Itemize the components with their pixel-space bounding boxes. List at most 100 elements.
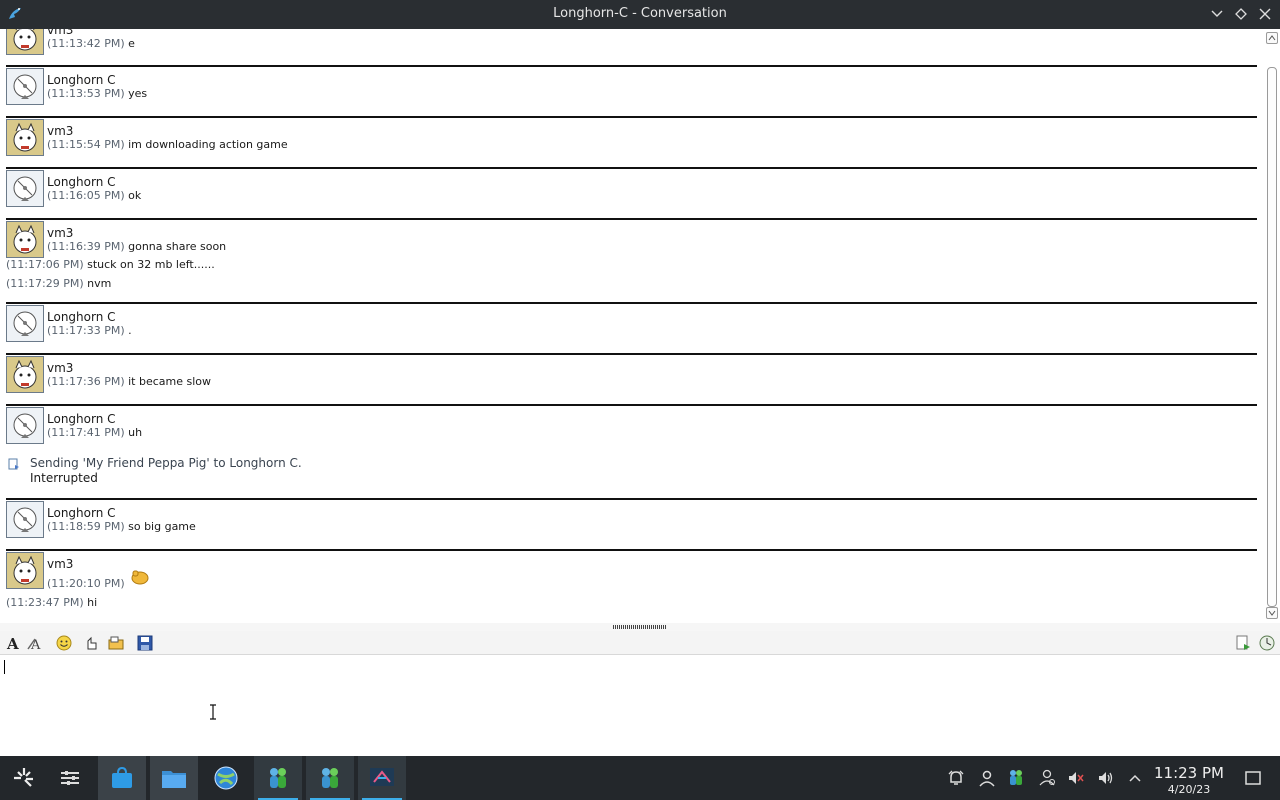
message-time: (11:15:54 PM) — [47, 138, 125, 151]
message-text: yes — [128, 87, 148, 100]
message-text: nvm — [87, 277, 112, 290]
messenger-icon[interactable] — [254, 756, 302, 800]
message-block: Longhorn C (11:17:33 PM) . — [6, 304, 1257, 344]
notifications-icon[interactable] — [946, 768, 966, 788]
message-line: (11:17:36 PM) it became slow — [47, 375, 211, 388]
web-browser-icon[interactable] — [202, 756, 250, 800]
sender-name: vm3 — [47, 557, 74, 571]
mute-icon[interactable] — [1066, 768, 1086, 788]
sender-name: Longhorn C — [47, 506, 116, 520]
message-line: (11:15:54 PM) im downloading action game — [47, 138, 288, 151]
message-block: vm3 (11:16:39 PM) gonna share soon — [6, 220, 1257, 260]
message-time: (11:20:10 PM) — [47, 577, 125, 590]
message-text: . — [128, 324, 132, 337]
message-time: (11:16:39 PM) — [47, 240, 125, 253]
message-input[interactable] — [0, 656, 1280, 756]
scroll-up-icon[interactable] — [1266, 32, 1278, 44]
message-time: (11:16:05 PM) — [47, 189, 125, 202]
clock-time: 11:23 PM — [1154, 764, 1224, 782]
formatting-toolbar: A A — [0, 631, 1280, 655]
conversation-scrollbar[interactable] — [1264, 29, 1280, 623]
message-time: (11:13:42 PM) — [47, 37, 125, 50]
message-time: (11:18:59 PM) — [47, 520, 125, 533]
maximize-button[interactable] — [1232, 5, 1250, 23]
message-block: Longhorn C (11:18:59 PM) so big game — [6, 500, 1257, 540]
smiley-icon[interactable] — [55, 634, 73, 652]
message-line: (11:17:41 PM) uh — [47, 426, 142, 439]
nudge-icon[interactable] — [83, 634, 101, 652]
history-icon[interactable] — [1258, 634, 1276, 652]
font-effects-icon[interactable]: A — [26, 634, 44, 652]
sender-name: Longhorn C — [47, 73, 116, 87]
messenger-tray-icon[interactable] — [1006, 768, 1026, 788]
message-text: stuck on 32 mb left...... — [87, 258, 215, 271]
clock-date: 4/20/23 — [1167, 783, 1211, 796]
lucky-cat-icon — [6, 29, 44, 55]
satellite-dish-icon — [6, 68, 44, 105]
message-text: im downloading action game — [128, 138, 288, 151]
message-block: vm3 (11:15:54 PM) im downloading action … — [6, 118, 1257, 158]
message-block: vm3 (11:20:10 PM) — [6, 551, 1257, 595]
scroll-down-icon[interactable] — [1266, 607, 1278, 619]
taskbar-clock[interactable]: 11:23 PM 4/20/23 — [1148, 764, 1230, 796]
thumbs-up-icon — [130, 569, 150, 585]
font-icon[interactable]: A — [4, 634, 22, 652]
minimize-button[interactable] — [1208, 5, 1226, 23]
conversation-history[interactable]: vm3 (11:13:42 PM) e Longhorn C (11:13:53… — [0, 29, 1264, 623]
lucky-cat-icon — [6, 552, 44, 589]
message-block: vm3 (11:17:36 PM) it became slow — [6, 355, 1257, 395]
show-desktop-icon[interactable] — [1243, 768, 1263, 788]
send-file-icon[interactable] — [107, 634, 125, 652]
file-manager-icon[interactable] — [150, 756, 198, 800]
sender-name: Longhorn C — [47, 310, 116, 324]
splitter-grip[interactable] — [613, 625, 667, 629]
transfer-text: Sending 'My Friend Peppa Pig' to Longhor… — [30, 456, 302, 470]
message-line: (11:20:10 PM) — [47, 577, 125, 590]
sender-name: Longhorn C — [47, 412, 116, 426]
kde-connect-icon[interactable] — [358, 756, 406, 800]
svg-text:A: A — [6, 635, 19, 651]
message-text: gonna share soon — [128, 240, 227, 253]
message-line: (11:13:53 PM) yes — [47, 87, 147, 100]
message-time: (11:17:33 PM) — [47, 324, 125, 337]
satellite-dish-icon — [6, 407, 44, 444]
message-time: (11:17:06 PM) — [6, 258, 84, 271]
message-block: Longhorn C (11:13:53 PM) yes — [6, 67, 1257, 107]
message-block: Longhorn C (11:17:41 PM) uh — [6, 406, 1257, 446]
save-icon[interactable] — [136, 634, 154, 652]
message-block: vm3 (11:13:42 PM) e — [6, 29, 1257, 57]
satellite-dish-icon — [6, 305, 44, 342]
lucky-cat-icon — [6, 221, 44, 258]
close-button[interactable] — [1256, 5, 1274, 23]
ibeam-cursor-icon — [209, 704, 217, 720]
pane-splitter[interactable] — [0, 623, 1280, 631]
system-settings-icon[interactable] — [46, 756, 94, 800]
message-line: (11:16:39 PM) gonna share soon — [47, 240, 226, 253]
accounts-icon[interactable] — [1037, 768, 1057, 788]
text-caret — [4, 660, 5, 674]
satellite-dish-icon — [6, 501, 44, 538]
scrollbar-thumb[interactable] — [1267, 67, 1277, 607]
application-launcher-icon[interactable] — [0, 756, 48, 800]
message-text: hi — [87, 596, 98, 609]
discover-store-icon[interactable] — [98, 756, 146, 800]
sender-name: vm3 — [47, 29, 74, 37]
file-transfer-notice: Sending 'My Friend Peppa Pig' to Longhor… — [8, 456, 408, 488]
taskbar — [0, 756, 1280, 800]
message-time: (11:17:41 PM) — [47, 426, 125, 439]
followup-line: (11:17:29 PM) nvm — [6, 277, 111, 290]
messenger-active-icon[interactable] — [306, 756, 354, 800]
volume-icon[interactable] — [1096, 768, 1116, 788]
user-icon[interactable] — [977, 768, 997, 788]
sender-name: Longhorn C — [47, 175, 116, 189]
message-line: (11:18:59 PM) so big game — [47, 520, 196, 533]
message-line: (11:13:42 PM) e — [47, 37, 135, 50]
message-text: uh — [128, 426, 143, 439]
sender-name: vm3 — [47, 361, 74, 375]
satellite-dish-icon — [6, 170, 44, 207]
share-files-icon[interactable] — [1234, 634, 1252, 652]
message-line: (11:16:05 PM) ok — [47, 189, 141, 202]
message-time: (11:23:47 PM) — [6, 596, 84, 609]
expand-tray-icon[interactable] — [1125, 768, 1145, 788]
message-text: ok — [128, 189, 142, 202]
